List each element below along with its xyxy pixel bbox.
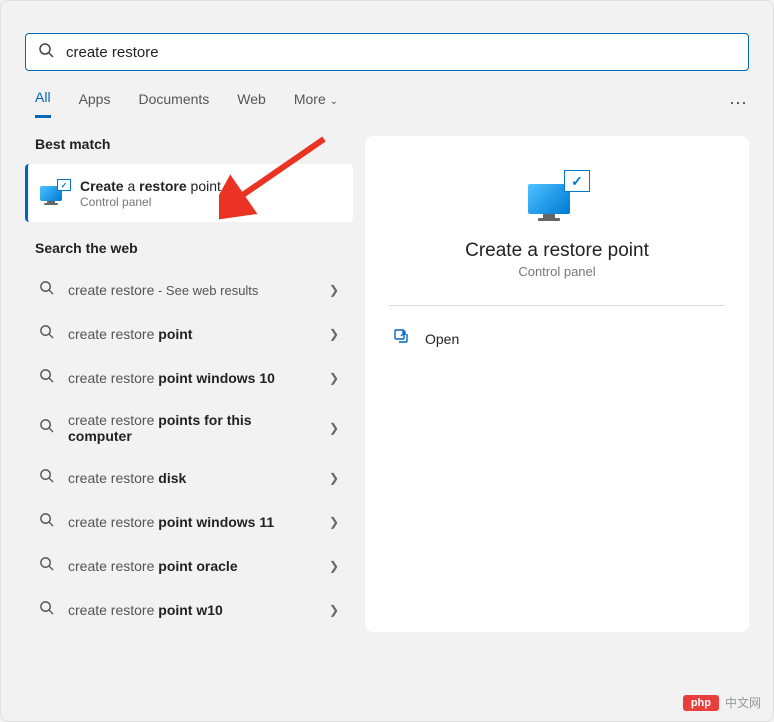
tab-all[interactable]: All — [35, 89, 51, 118]
web-result[interactable]: create restore disk ❯ — [25, 456, 353, 500]
tab-web[interactable]: Web — [237, 91, 266, 117]
search-icon — [39, 600, 54, 620]
system-restore-icon-large: ✓ — [528, 172, 586, 222]
web-result[interactable]: create restore point windows 11 ❯ — [25, 500, 353, 544]
open-label: Open — [425, 331, 459, 347]
preview-panel: ✓ Create a restore point Control panel O… — [365, 136, 749, 632]
tab-apps[interactable]: Apps — [79, 91, 111, 117]
chevron-right-icon: ❯ — [329, 327, 339, 341]
search-icon — [39, 468, 54, 488]
tab-more[interactable]: More ⌄ — [294, 91, 338, 117]
filter-tabs: All Apps Documents Web More ⌄ ⋯ — [25, 89, 749, 118]
preview-title: Create a restore point — [389, 240, 725, 262]
search-icon — [39, 512, 54, 532]
web-result-text: create restore - See web results — [68, 282, 258, 298]
open-action[interactable]: Open — [389, 322, 725, 355]
web-result-text: create restore disk — [68, 470, 186, 486]
preview-subtitle: Control panel — [389, 264, 725, 279]
watermark: php 中文网 — [683, 694, 761, 711]
best-match-title: Create a restore point — [80, 177, 221, 195]
chevron-right-icon: ❯ — [329, 603, 339, 617]
chevron-right-icon: ❯ — [329, 371, 339, 385]
web-result[interactable]: create restore - See web results ❯ — [25, 268, 353, 312]
web-result-text: create restore point windows 11 — [68, 514, 274, 530]
web-result[interactable]: create restore point w10 ❯ — [25, 588, 353, 632]
web-result[interactable]: create restore point oracle ❯ — [25, 544, 353, 588]
chevron-right-icon: ❯ — [329, 421, 339, 435]
search-icon — [39, 368, 54, 388]
results-column: Best match ✓ Create a restore point Cont… — [25, 136, 353, 632]
chevron-right-icon: ❯ — [329, 559, 339, 573]
watermark-badge: php — [683, 695, 719, 711]
chevron-right-icon: ❯ — [329, 471, 339, 485]
search-bar[interactable] — [25, 33, 749, 71]
web-result-text: create restore point windows 10 — [68, 370, 275, 386]
chevron-right-icon: ❯ — [329, 283, 339, 297]
system-restore-icon: ✓ — [40, 181, 68, 205]
search-icon — [39, 280, 54, 300]
best-match-result[interactable]: ✓ Create a restore point Control panel — [25, 164, 353, 222]
tab-documents[interactable]: Documents — [138, 91, 209, 117]
open-icon — [393, 328, 409, 349]
web-result-text: create restore point oracle — [68, 558, 238, 574]
web-result-text: create restore point — [68, 326, 192, 342]
web-result[interactable]: create restore point windows 10 ❯ — [25, 356, 353, 400]
web-result[interactable]: create restore points for this computer ❯ — [25, 400, 353, 456]
search-icon — [39, 324, 54, 344]
web-result-text: create restore point w10 — [68, 602, 223, 618]
search-web-heading: Search the web — [35, 240, 353, 256]
best-match-subtitle: Control panel — [80, 195, 221, 209]
overflow-button[interactable]: ⋯ — [729, 93, 749, 114]
divider — [389, 305, 725, 306]
watermark-text: 中文网 — [725, 694, 761, 711]
web-result-text: create restore points for this computer — [68, 412, 298, 444]
search-icon — [39, 418, 54, 438]
best-match-heading: Best match — [35, 136, 353, 152]
chevron-down-icon: ⌄ — [330, 96, 338, 107]
web-result[interactable]: create restore point ❯ — [25, 312, 353, 356]
search-input[interactable] — [66, 44, 736, 61]
search-icon — [39, 556, 54, 576]
chevron-right-icon: ❯ — [329, 515, 339, 529]
search-icon — [38, 42, 54, 63]
